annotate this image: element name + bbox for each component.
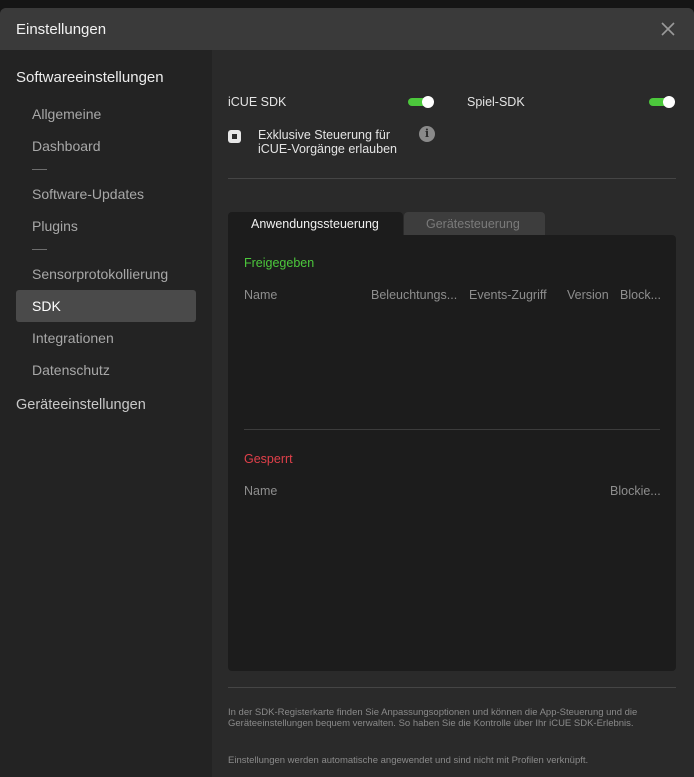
column-header-block[interactable]: Block... <box>620 288 661 302</box>
allowed-section-title: Freigegeben <box>244 256 315 270</box>
sidebar-item-label: Allgemeine <box>32 106 102 122</box>
icue-sdk-label: iCUE SDK <box>228 95 287 109</box>
tab-label: Anwendungssteuerung <box>251 217 379 231</box>
toggle-knob <box>663 96 675 108</box>
exclusive-control-label: Exklusive Steuerung für iCUE-Vorgänge er… <box>258 128 397 156</box>
close-button[interactable] <box>658 19 678 39</box>
column-header-name[interactable]: Name <box>244 484 277 498</box>
column-header-events[interactable]: Events-Zugriff <box>469 288 547 302</box>
sidebar-item-integrationen[interactable]: Integrationen <box>16 322 196 354</box>
sidebar-item-label: Integrationen <box>32 330 114 346</box>
exclusive-control-checkbox[interactable] <box>228 130 241 143</box>
tab-anwendungssteuerung[interactable]: Anwendungssteuerung <box>228 212 403 236</box>
sidebar-item-datenschutz[interactable]: Datenschutz <box>16 354 196 386</box>
column-header-lighting[interactable]: Beleuchtungs... <box>371 288 457 302</box>
sidebar-item-label: Plugins <box>32 218 78 234</box>
tab-label: Gerätesteuerung <box>426 217 520 231</box>
sidebar-separator <box>32 249 47 250</box>
sidebar-header-software[interactable]: Softwareeinstellungen <box>16 69 164 86</box>
column-header-name[interactable]: Name <box>244 288 277 302</box>
sidebar-item-label: SDK <box>32 298 61 314</box>
sidebar-separator <box>32 169 47 170</box>
divider <box>228 687 676 688</box>
close-icon <box>661 22 675 36</box>
sidebar-item-label: Datenschutz <box>32 362 110 378</box>
toggle-knob <box>422 96 434 108</box>
column-header-version[interactable]: Version <box>567 288 609 302</box>
sidebar-item-software-updates[interactable]: Software-Updates <box>16 178 196 210</box>
divider <box>228 178 676 179</box>
sidebar-item-allgemeine[interactable]: Allgemeine <box>16 98 196 130</box>
info-icon[interactable]: i <box>419 126 435 142</box>
sidebar-item-dashboard[interactable]: Dashboard <box>16 130 196 162</box>
sidebar-item-plugins[interactable]: Plugins <box>16 210 196 242</box>
sidebar: Softwareeinstellungen Allgemeine Dashboa… <box>0 50 212 777</box>
sidebar-item-sensorprotokollierung[interactable]: Sensorprotokollierung <box>16 258 196 290</box>
sdk-apps-panel: Freigegeben Name Beleuchtungs... Events-… <box>228 235 676 671</box>
game-sdk-label: Spiel-SDK <box>467 95 525 109</box>
checkbox-mark <box>232 134 237 139</box>
sidebar-item-sdk[interactable]: SDK <box>16 290 196 322</box>
blocked-section-title: Gesperrt <box>244 452 293 466</box>
column-header-blocked[interactable]: Blockie... <box>610 484 661 498</box>
window-title: Einstellungen <box>16 21 107 38</box>
title-bar: Einstellungen <box>0 8 694 50</box>
footer-description: In der SDK-Registerkarte finden Sie Anpa… <box>228 707 638 729</box>
footer-note: Einstellungen werden automatische angewe… <box>228 755 589 766</box>
tab-geraetesteuerung[interactable]: Gerätesteuerung <box>404 212 545 236</box>
sidebar-item-label: Software-Updates <box>32 186 145 202</box>
icue-sdk-toggle[interactable] <box>408 96 434 108</box>
sidebar-header-devices[interactable]: Geräteeinstellungen <box>16 397 146 413</box>
sidebar-item-label: Sensorprotokollierung <box>32 266 169 282</box>
settings-window: Einstellungen Softwareeinstellungen Allg… <box>0 8 694 777</box>
main-panel: iCUE SDK Spiel-SDK Exklusive Steuerung f… <box>212 50 694 777</box>
sidebar-item-label: Dashboard <box>32 138 101 154</box>
game-sdk-toggle[interactable] <box>649 96 675 108</box>
section-divider <box>244 429 660 430</box>
